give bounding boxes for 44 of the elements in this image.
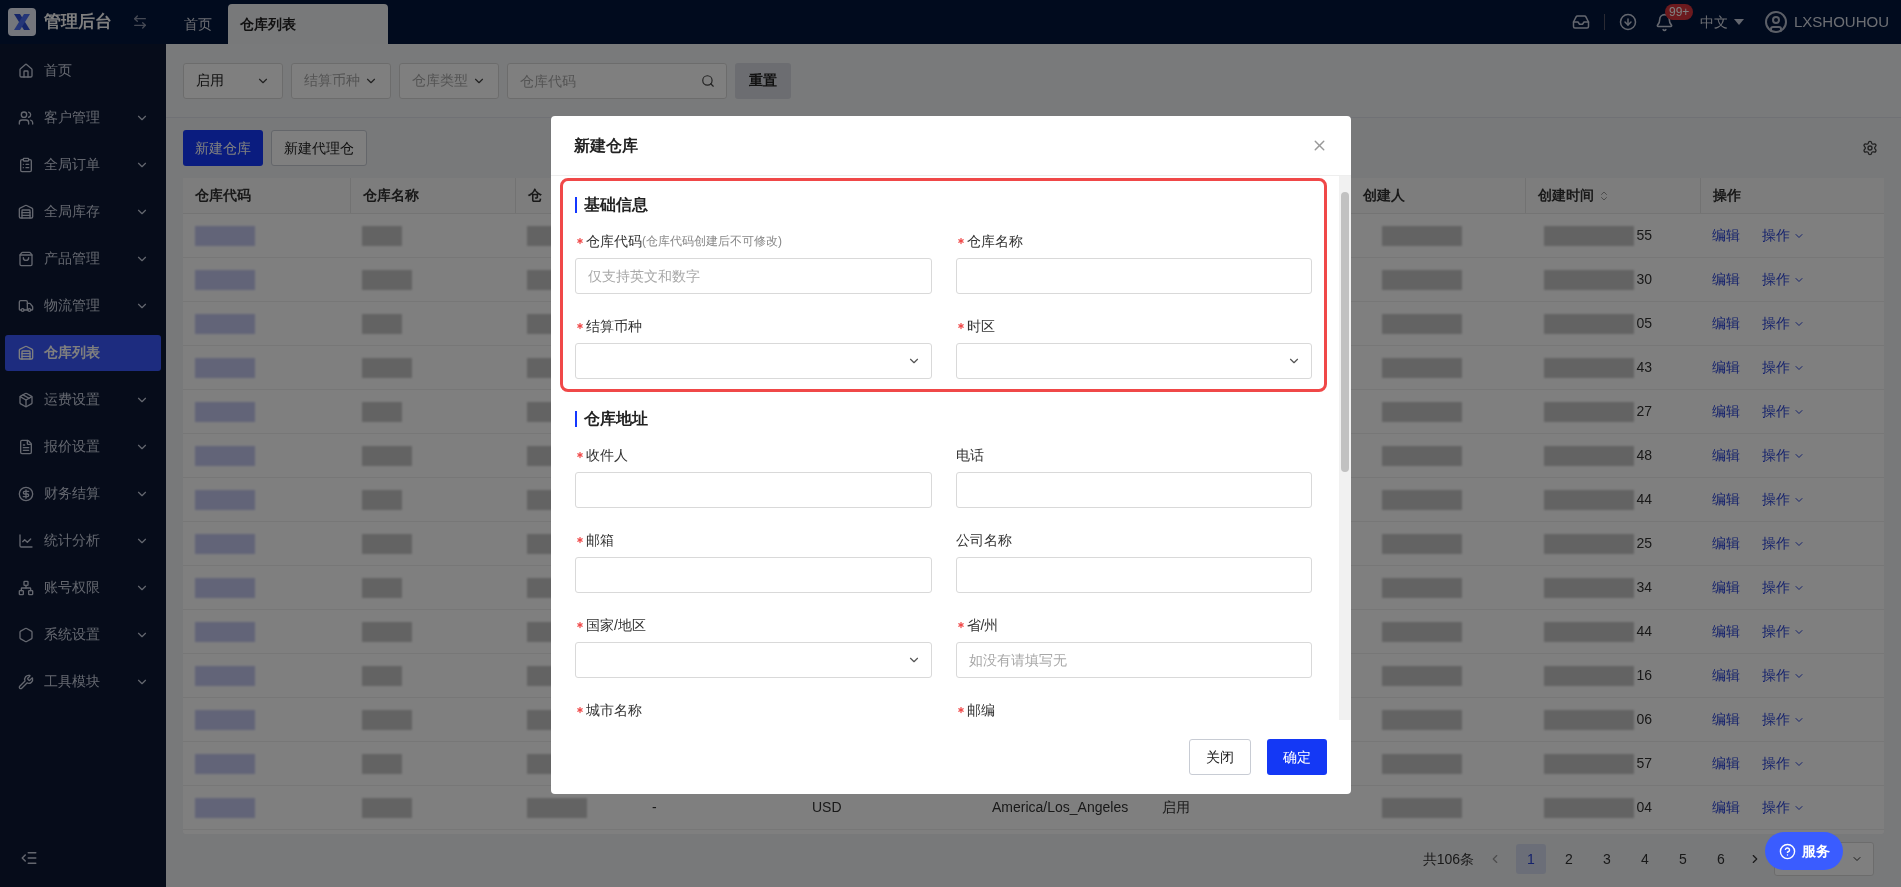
field-label: 时区: [966, 316, 995, 336]
column-header: 创建人: [1363, 186, 1405, 205]
field-hint: (仓库代码创建后不可修改): [642, 233, 782, 250]
section-title: 仓库地址: [584, 409, 648, 429]
table-cell-text: 27: [1636, 402, 1652, 421]
table-cell-text: 34: [1636, 578, 1652, 597]
column-header: 操作: [1713, 186, 1741, 205]
section-title: 基础信息: [584, 195, 648, 215]
table-cell-text: 30: [1636, 270, 1652, 289]
app-title: 管理后台: [44, 11, 112, 34]
field-label: 邮箱: [586, 530, 614, 550]
field-label: 结算币种: [586, 316, 642, 336]
field-label: 邮编: [966, 700, 995, 720]
table-cell-text: 57: [1636, 754, 1652, 773]
column-header: 仓库代码: [195, 186, 251, 205]
column-header: 仓: [528, 186, 542, 205]
table-cell-text: 44: [1636, 490, 1652, 509]
column-header: 创建时间: [1538, 186, 1594, 205]
field-label: 仓库名称: [966, 231, 1023, 251]
table-cell-text: 05: [1636, 314, 1652, 333]
field-label: 电话: [955, 445, 984, 465]
total-count: 共106条: [1422, 849, 1474, 869]
table-cell-text: America/Los_Angeles: [992, 798, 1129, 817]
field-label: 城市名称: [586, 700, 642, 720]
notification-badge: 99+: [1664, 3, 1694, 20]
field-label: 仓库代码: [586, 231, 642, 251]
table-cell-text: 启用: [1162, 798, 1190, 817]
table-cell-text: USD: [812, 798, 842, 817]
modal-title: 新建仓库: [574, 135, 638, 156]
column-header: 仓库名称: [363, 186, 419, 205]
table-cell-text: 44: [1636, 622, 1652, 641]
table-cell-text: 16: [1636, 666, 1652, 685]
field-label: 省/州: [966, 615, 999, 635]
table-cell-text: 55: [1636, 226, 1652, 245]
table-cell-text: 04: [1636, 798, 1652, 817]
table-cell-text: 48: [1636, 446, 1652, 465]
field-label: 国家/地区: [586, 615, 646, 635]
table-cell-text: 25: [1636, 534, 1652, 553]
table-cell-text: -: [652, 798, 657, 817]
table-cell-text: 06: [1636, 710, 1652, 729]
field-label: 公司名称: [955, 530, 1012, 550]
field-label: 收件人: [586, 445, 628, 465]
user-name: LXSHOUHOU: [1793, 11, 1889, 32]
table-cell-text: 43: [1636, 358, 1652, 377]
